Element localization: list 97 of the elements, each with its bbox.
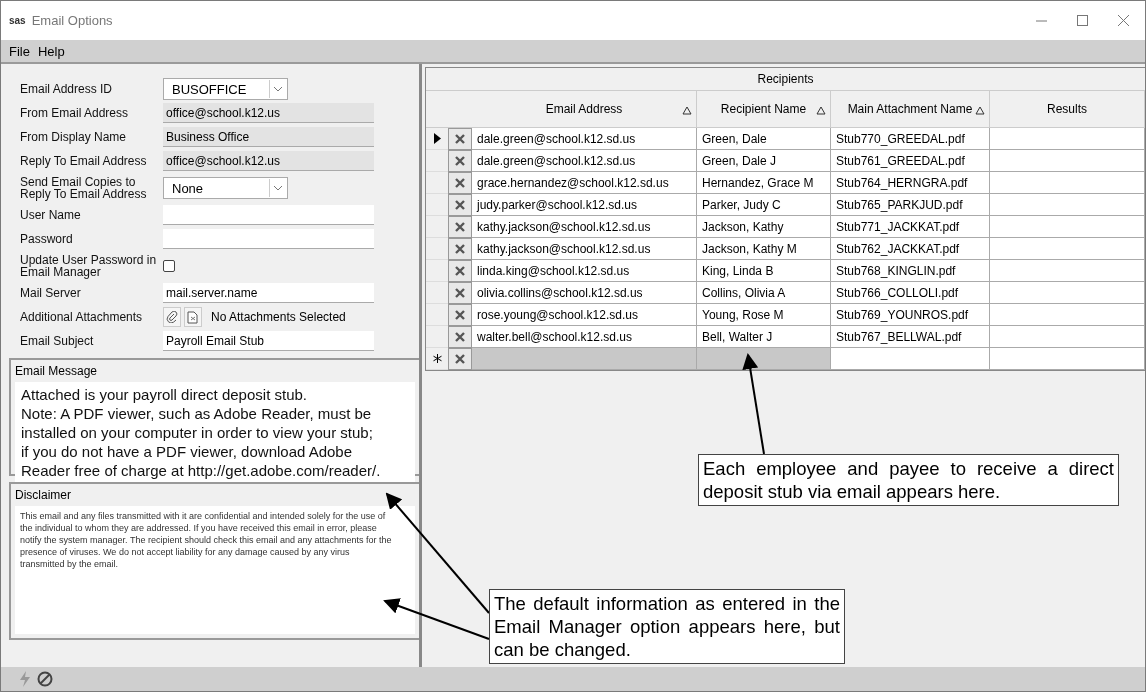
field-label: Update User Password in Email Manager xyxy=(20,254,158,278)
field-label: From Display Name xyxy=(20,131,128,143)
chevron-down-icon xyxy=(272,86,283,92)
table-cell: Stub764_HERNGRA.pdf xyxy=(831,172,990,194)
dropdown[interactable]: BUSOFFICE xyxy=(163,78,288,100)
delete-button[interactable] xyxy=(448,260,472,282)
column-header[interactable]: Main Attachment Name xyxy=(831,91,990,128)
input-field[interactable]: Payroll Email Stub xyxy=(163,331,374,351)
table-cell: kathy.jackson@school.k12.sd.us xyxy=(472,238,697,260)
app-logo: sas xyxy=(9,15,26,26)
table-cell: Stub761_GREEDAL.pdf xyxy=(831,150,990,172)
delete-icon xyxy=(454,177,466,189)
delete-button[interactable] xyxy=(448,194,472,216)
delete-icon xyxy=(454,331,466,343)
table-cell: walter.bell@school.k12.sd.us xyxy=(472,326,697,348)
field-label: Email Address ID xyxy=(20,83,114,95)
document-icon xyxy=(187,310,199,324)
column-header[interactable]: Recipient Name xyxy=(697,91,831,128)
window-title: Email Options xyxy=(31,13,113,28)
disclaimer-field[interactable]: This email and any files transmitted with it are confidential and intended solely for the use of the individual to whom they are addressed. If you have received this email in error, please notify the system manager. The recipient should check this email and any attachments for the presence of viruses. We do not accept liability for any damage caused by any virus transmitted by the email. xyxy=(15,506,415,634)
group-title: Disclaimer xyxy=(15,488,72,502)
delete-icon xyxy=(454,265,466,277)
chevron-down-icon xyxy=(272,185,283,191)
asterisk-icon xyxy=(432,354,442,363)
table-cell: Collins, Olivia A xyxy=(697,282,831,304)
delete-button[interactable] xyxy=(448,150,472,172)
column-header[interactable]: Results xyxy=(990,91,1145,128)
table-cell: Stub765_PARKJUD.pdf xyxy=(831,194,990,216)
table-cell: Jackson, Kathy M xyxy=(697,238,831,260)
maximize-icon[interactable] xyxy=(1077,15,1088,26)
field-label: Email Subject xyxy=(20,335,95,347)
delete-icon xyxy=(454,353,466,365)
input-field[interactable] xyxy=(163,229,374,249)
table-cell: Green, Dale xyxy=(697,128,831,150)
table-cell: Hernandez, Grace M xyxy=(697,172,831,194)
table-cell: Jackson, Kathy xyxy=(697,216,831,238)
checkbox[interactable] xyxy=(163,260,175,272)
table-cell: rose.young@school.k12.sd.us xyxy=(472,304,697,326)
table-cell: dale.green@school.k12.sd.us xyxy=(472,128,697,150)
menu-item[interactable]: File xyxy=(9,43,30,59)
menu-item[interactable]: Help xyxy=(37,43,65,59)
field-label: Send Email Copies to Reply To Email Address xyxy=(20,176,148,200)
table-cell: Parker, Judy C xyxy=(697,194,831,216)
delete-button[interactable] xyxy=(448,326,472,348)
cancel-icon[interactable] xyxy=(37,671,53,687)
table-cell: Stub769_YOUNROS.pdf xyxy=(831,304,990,326)
table-cell: Stub771_JACKKAT.pdf xyxy=(831,216,990,238)
dropdown[interactable]: None xyxy=(163,177,288,199)
table-cell: King, Linda B xyxy=(697,260,831,282)
delete-button[interactable] xyxy=(448,238,472,260)
delete-button[interactable] xyxy=(448,172,472,194)
table-cell: linda.king@school.k12.sd.us xyxy=(472,260,697,282)
delete-icon xyxy=(454,133,466,145)
table-cell: judy.parker@school.k12.sd.us xyxy=(472,194,697,216)
field-label: From Email Address xyxy=(20,107,130,119)
table-cell: Bell, Walter J xyxy=(697,326,831,348)
group-title: Email Message xyxy=(15,364,99,378)
table-cell: Stub762_JACKKAT.pdf xyxy=(831,238,990,260)
table-cell: Stub770_GREEDAL.pdf xyxy=(831,128,990,150)
field-label: Additional Attachments xyxy=(20,311,144,323)
table-cell: Young, Rose M xyxy=(697,304,831,326)
paperclip-icon xyxy=(166,311,178,323)
delete-button[interactable] xyxy=(448,348,472,370)
readonly-field: Business Office xyxy=(163,127,374,147)
attachments-status: No Attachments Selected xyxy=(211,310,346,324)
table-cell: olivia.collins@school.k12.sd.us xyxy=(472,282,697,304)
delete-icon xyxy=(454,309,466,321)
field-label: User Name xyxy=(20,209,82,221)
delete-icon xyxy=(454,221,466,233)
delete-button[interactable] xyxy=(448,282,472,304)
table-cell: kathy.jackson@school.k12.sd.us xyxy=(472,216,697,238)
delete-button[interactable] xyxy=(448,128,472,150)
readonly-field: office@school.k12.us xyxy=(163,103,374,123)
attach-button[interactable] xyxy=(163,307,181,327)
delete-button[interactable] xyxy=(448,216,472,238)
table-cell: grace.hernandez@school.k12.sd.us xyxy=(472,172,697,194)
field-label: Password xyxy=(20,233,74,245)
readonly-field: office@school.k12.us xyxy=(163,151,374,171)
delete-icon xyxy=(454,155,466,167)
table-cell: Green, Dale J xyxy=(697,150,831,172)
table-cell: Stub766_COLLOLI.pdf xyxy=(831,282,990,304)
delete-icon xyxy=(454,199,466,211)
message-field[interactable]: Attached is your payroll direct deposit stub. Note: A PDF viewer, such as Adobe Reader, must be installed on your computer in order to view your stub; if you do not have a PDF viewer, download Adobe Reader free of charge at http://get.adobe.com/reader/. xyxy=(15,382,415,483)
field-label: Reply To Email Address xyxy=(20,155,148,167)
field-label: Mail Server xyxy=(20,287,82,299)
delete-button[interactable] xyxy=(448,304,472,326)
table-cell: Stub768_KINGLIN.pdf xyxy=(831,260,990,282)
table-cell: dale.green@school.k12.sd.us xyxy=(472,150,697,172)
table-cell: Stub767_BELLWAL.pdf xyxy=(831,326,990,348)
input-field[interactable] xyxy=(163,205,374,225)
close-icon[interactable] xyxy=(1118,15,1129,26)
edit-button[interactable] xyxy=(184,307,202,327)
input-field[interactable]: mail.server.name xyxy=(163,283,374,303)
callout-text: Each employee and payee to receive a direct deposit stub via email appears here. xyxy=(698,454,1119,506)
delete-icon xyxy=(454,243,466,255)
callout-text: The default information as entered in the Email Manager option appears here, but can be changed. xyxy=(489,589,845,664)
delete-icon xyxy=(454,287,466,299)
